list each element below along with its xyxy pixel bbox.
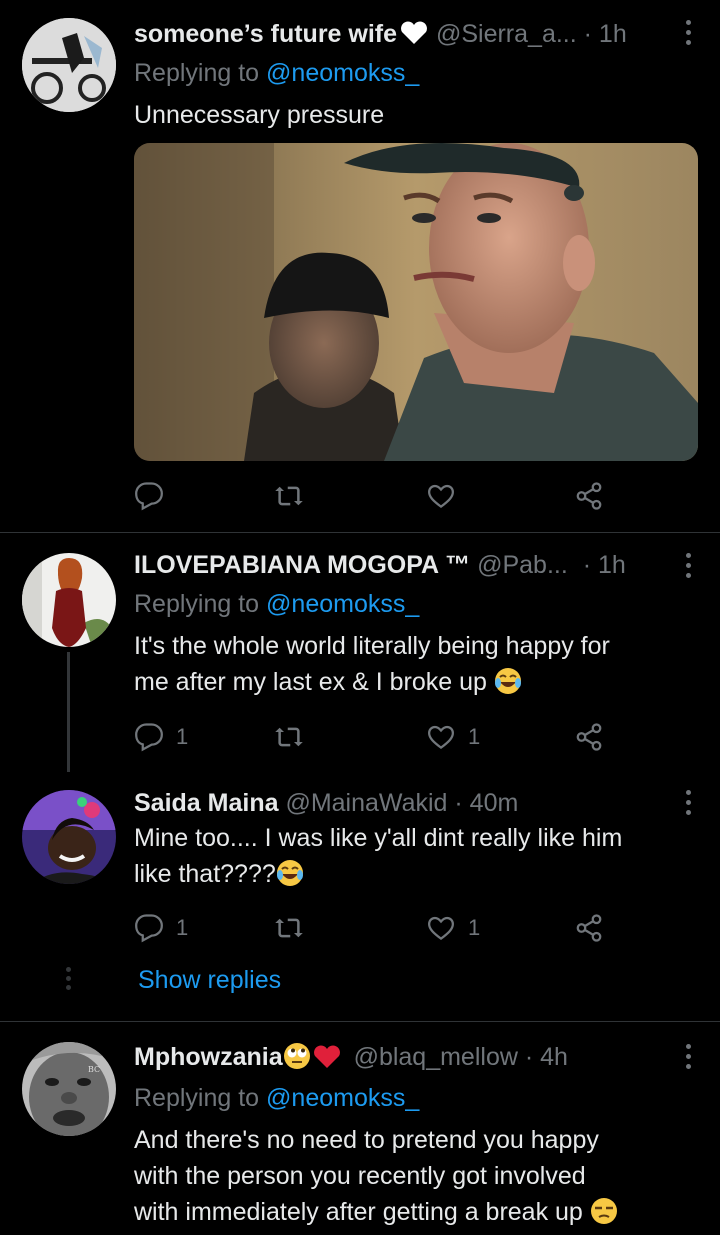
- white-heart-icon: [399, 20, 429, 44]
- replying-to: Replying to @neomokss_: [134, 59, 420, 87]
- svg-text:BC: BC: [88, 1065, 100, 1074]
- tweet-2[interactable]: ILOVEPABIANA MOGOPA ™ @Pab... · 1h Reply…: [0, 533, 720, 763]
- more-options-icon[interactable]: [682, 553, 694, 581]
- retweet-button[interactable]: [274, 720, 304, 754]
- tweet-text: Mine too.... I was like y'all dint reall…: [134, 824, 623, 888]
- tweet-text: And there's no need to pretend you happy…: [134, 1122, 700, 1230]
- tears-of-joy-icon: [276, 859, 304, 887]
- heart-icon: [427, 484, 455, 509]
- avatar[interactable]: [22, 790, 116, 884]
- heart-icon: [427, 916, 455, 941]
- display-name[interactable]: ILOVEPABIANA MOGOPA ™: [134, 551, 470, 579]
- share-icon: [576, 482, 602, 510]
- retweet-button[interactable]: [274, 479, 304, 513]
- unamused-face-icon: [590, 1197, 618, 1225]
- replying-to: Replying to @neomokss_: [134, 1084, 420, 1112]
- tears-of-joy-icon: [494, 667, 522, 695]
- display-name[interactable]: Saida Maina: [134, 789, 279, 817]
- avatar[interactable]: [22, 18, 116, 112]
- like-button[interactable]: [426, 479, 456, 513]
- retweet-icon: [275, 727, 303, 747]
- user-handle[interactable]: @blaq_mellow: [354, 1043, 518, 1071]
- tweet-3[interactable]: Saida Maina @MainaWakid · 40m Mine too..…: [0, 770, 720, 1020]
- tweet-actions: 1 1: [134, 911, 614, 945]
- tweet-text: Unnecessary pressure: [134, 101, 385, 129]
- retweet-icon: [275, 918, 303, 938]
- reply-count: 1: [176, 915, 189, 940]
- user-handle[interactable]: @MainaWakid: [285, 789, 447, 817]
- share-button[interactable]: [574, 479, 604, 513]
- timestamp[interactable]: · 40m: [454, 789, 518, 817]
- heart-icon: [427, 725, 455, 750]
- tweet-text: It's the whole world literally being hap…: [134, 632, 610, 696]
- share-icon: [576, 723, 602, 751]
- tweet-1[interactable]: someone’s future wife @Sierra_a... · 1h …: [0, 0, 720, 532]
- like-count: 1: [468, 915, 481, 940]
- tweet-media[interactable]: [134, 143, 698, 461]
- share-button[interactable]: [574, 911, 604, 945]
- user-handle[interactable]: @Pab...: [477, 551, 568, 579]
- reply-icon: [135, 482, 163, 511]
- like-button[interactable]: 1: [426, 720, 480, 754]
- like-count: 1: [468, 724, 481, 749]
- tweet-actions: [134, 479, 614, 513]
- mention-link[interactable]: @neomokss_: [266, 590, 419, 618]
- retweet-button[interactable]: [274, 911, 304, 945]
- red-heart-icon: [313, 1044, 341, 1068]
- avatar[interactable]: [22, 553, 116, 647]
- timestamp[interactable]: · 4h: [525, 1043, 568, 1071]
- more-replies-dots: [66, 967, 71, 993]
- display-name[interactable]: someone’s future wife: [134, 20, 397, 48]
- share-icon: [576, 914, 602, 942]
- replying-to: Replying to @neomokss_: [134, 590, 420, 618]
- like-button[interactable]: 1: [426, 911, 480, 945]
- reply-icon: [135, 914, 163, 943]
- reply-count: 1: [176, 724, 189, 749]
- show-replies-link[interactable]: Show replies: [138, 963, 281, 997]
- user-handle[interactable]: @Sierra_a...: [436, 20, 577, 48]
- more-options-icon[interactable]: [682, 20, 694, 48]
- display-name[interactable]: Mphowzania: [134, 1043, 283, 1071]
- reply-button[interactable]: [134, 479, 164, 513]
- share-button[interactable]: [574, 720, 604, 754]
- timestamp[interactable]: · 1h: [583, 551, 626, 579]
- rolling-eyes-icon: [283, 1042, 311, 1070]
- thread-connector: [67, 652, 70, 772]
- reply-button[interactable]: 1: [134, 911, 188, 945]
- reply-icon: [135, 723, 163, 752]
- avatar[interactable]: BC: [22, 1042, 116, 1136]
- timestamp[interactable]: · 1h: [584, 20, 627, 48]
- more-options-icon[interactable]: [682, 1044, 694, 1072]
- tweet-actions: 1 1: [134, 720, 614, 754]
- mention-link[interactable]: @neomokss_: [266, 1084, 419, 1112]
- tweet-4[interactable]: BC Mphowzania @blaq_mellow · 4h Replying…: [0, 1022, 720, 1226]
- more-options-icon[interactable]: [682, 790, 694, 818]
- reply-button[interactable]: 1: [134, 720, 188, 754]
- mention-link[interactable]: @neomokss_: [266, 59, 419, 87]
- retweet-icon: [275, 486, 303, 506]
